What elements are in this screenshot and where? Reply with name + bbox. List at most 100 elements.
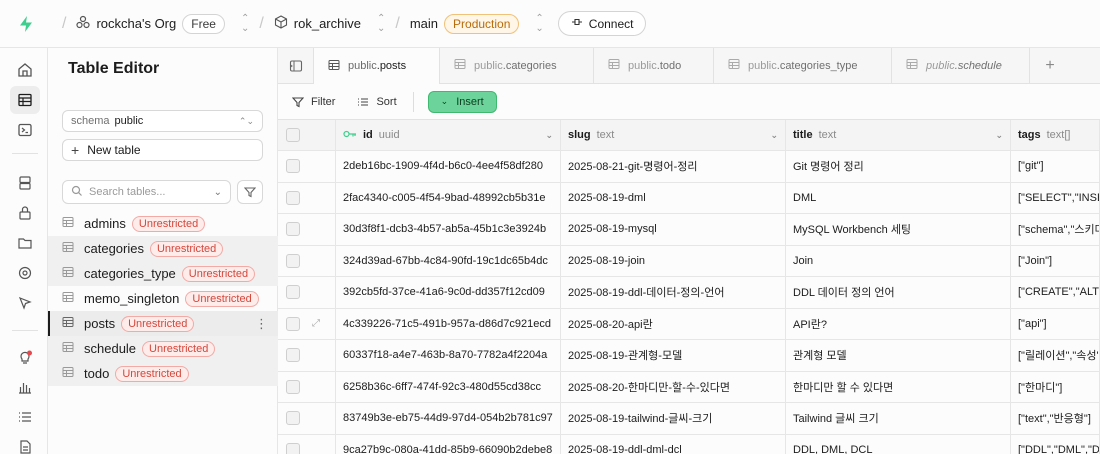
cell-id[interactable]: 83749b3e-eb75-44d9-97d4-054b2b781c97 (336, 403, 561, 434)
chevron-down-icon[interactable]: ⌄ (995, 130, 1003, 141)
select-all-checkbox[interactable] (286, 128, 300, 142)
chevrons-down-icon[interactable]: ⌄ (214, 187, 222, 198)
cell-slug[interactable]: 2025-08-19-mysql (561, 214, 786, 245)
cell-id[interactable]: 2deb16bc-1909-4f4d-b6c0-4ee4f58df280 (336, 151, 561, 182)
table-item-categories-type[interactable]: categories_type Unrestricted (48, 261, 278, 286)
table-row[interactable]: 2fac4340-c005-4f54-9bad-48992cb5b31e 2025… (278, 182, 1100, 214)
chevron-down-icon[interactable]: ⌄ (545, 130, 553, 141)
advisors-lightbulb-icon[interactable] (10, 343, 40, 371)
search-tables-input[interactable] (89, 186, 199, 198)
more-options-icon[interactable]: ⋮ (255, 316, 268, 332)
table-item-memo-singleton[interactable]: memo_singleton Unrestricted (48, 286, 278, 311)
tab-public-posts[interactable]: public.posts (314, 48, 440, 84)
row-checkbox[interactable] (286, 253, 300, 268)
table-row[interactable]: 30d3f8f1-dcb3-4b57-ab5a-45b1c3e3924b 2025… (278, 214, 1100, 246)
row-checkbox[interactable] (286, 442, 300, 454)
cell-id[interactable]: 4c339226-71c5-491b-957a-d86d7c921ecd (336, 308, 561, 339)
tab-public-categories[interactable]: public.categories (440, 48, 594, 83)
cell-title[interactable]: DML (786, 182, 1011, 213)
row-checkbox[interactable] (286, 222, 300, 237)
cell-slug[interactable]: 2025-08-20-한마디만-할-수-있다면 (561, 371, 786, 402)
column-header-tags[interactable]: tags text[] (1011, 120, 1100, 150)
cell-slug[interactable]: 2025-08-19-dml (561, 182, 786, 213)
table-item-posts[interactable]: posts Unrestricted ⋮ (48, 311, 278, 336)
row-checkbox[interactable] (286, 285, 300, 300)
cell-slug[interactable]: 2025-08-20-api란 (561, 308, 786, 339)
edge-functions-icon[interactable] (10, 289, 40, 317)
cell-id[interactable]: 392cb5fd-37ce-41a6-9c0d-dd357f12cd09 (336, 277, 561, 308)
cell-slug[interactable]: 2025-08-19-join (561, 245, 786, 276)
logs-list-icon[interactable] (10, 403, 40, 431)
table-row[interactable]: 83749b3e-eb75-44d9-97d4-054b2b781c97 2025… (278, 403, 1100, 435)
add-tab-icon[interactable]: + (1030, 48, 1070, 83)
realtime-icon[interactable] (10, 259, 40, 287)
row-checkbox[interactable] (286, 379, 300, 394)
expand-row-icon[interactable]: ⤢ (312, 318, 320, 329)
table-item-categories[interactable]: categories Unrestricted (48, 236, 278, 261)
connect-button[interactable]: Connect (557, 11, 647, 36)
cell-title[interactable]: Tailwind 글씨 크기 (786, 403, 1011, 434)
cell-slug[interactable]: 2025-08-19-tailwind-글씨-크기 (561, 403, 786, 434)
filter-button[interactable]: Filter (292, 96, 335, 108)
tab-public-schedule[interactable]: public.schedule (892, 48, 1030, 83)
project-switch-icon[interactable]: ⌃ ⌄ (377, 13, 385, 34)
row-checkbox[interactable] (286, 411, 300, 426)
row-checkbox[interactable] (286, 348, 300, 363)
cell-id[interactable]: 324d39ad-67bb-4c84-90fd-19c1dc65b4dc (336, 245, 561, 276)
table-row[interactable]: 324d39ad-67bb-4c84-90fd-19c1dc65b4dc 2025… (278, 245, 1100, 277)
cell-tags[interactable]: ["DDL","DML","DCL" (1011, 434, 1100, 454)
column-header-slug[interactable]: slug text ⌄ (561, 120, 786, 150)
table-row[interactable]: 6258b36c-6ff7-474f-92c3-480d55cd38cc 2025… (278, 371, 1100, 403)
docs-icon[interactable] (10, 433, 40, 454)
table-row[interactable]: 9ca27b9c-080a-41dd-85b9-66090b2debe8 2025… (278, 434, 1100, 454)
cell-tags[interactable]: ["CREATE","ALTER" (1011, 277, 1100, 308)
table-row[interactable]: 2deb16bc-1909-4f4d-b6c0-4ee4f58df280 2025… (278, 151, 1100, 183)
cell-title[interactable]: 관계형 모델 (786, 340, 1011, 371)
org-switch-icon[interactable]: ⌃ ⌄ (241, 13, 249, 34)
table-row[interactable]: 392cb5fd-37ce-41a6-9c0d-dd357f12cd09 2025… (278, 277, 1100, 309)
cell-tags[interactable]: ["git"] (1011, 151, 1100, 182)
cell-slug[interactable]: 2025-08-21-git-명령어-정리 (561, 151, 786, 182)
cell-title[interactable]: Join (786, 245, 1011, 276)
org-selector[interactable]: rockcha's Org Free ⌃ ⌄ (76, 13, 249, 34)
row-checkbox[interactable] (286, 190, 300, 205)
cell-title[interactable]: 한마디만 할 수 있다면 (786, 371, 1011, 402)
cell-title[interactable]: API란? (786, 308, 1011, 339)
table-row[interactable]: 60337f18-a4e7-463b-8a70-7782a4f2204a 2025… (278, 340, 1100, 372)
table-item-admins[interactable]: admins Unrestricted (48, 211, 278, 236)
collapse-sidebar-icon[interactable] (278, 48, 314, 83)
reports-icon[interactable] (10, 373, 40, 401)
cell-slug[interactable]: 2025-08-19-ddl-데이터-정의-언어 (561, 277, 786, 308)
chevron-down-icon[interactable]: ⌄ (770, 130, 778, 141)
cell-tags[interactable]: ["한마디"] (1011, 371, 1100, 402)
home-icon[interactable] (10, 56, 40, 84)
insert-button[interactable]: ⌄ Insert (427, 90, 497, 113)
row-checkbox[interactable] (286, 316, 300, 331)
row-checkbox[interactable] (286, 159, 300, 174)
cell-id[interactable]: 60337f18-a4e7-463b-8a70-7782a4f2204a (336, 340, 561, 371)
cell-tags[interactable]: ["SELECT","INSERT" (1011, 182, 1100, 213)
tab-public-todo[interactable]: public.todo (594, 48, 714, 83)
table-row[interactable]: ⤢ 4c339226-71c5-491b-957a-d86d7c921ecd 202… (278, 308, 1100, 340)
cell-tags[interactable]: ["릴레이션","속성" (1011, 340, 1100, 371)
supabase-logo-icon[interactable] (0, 15, 52, 33)
search-tables[interactable]: ⌄ (62, 180, 231, 204)
cell-id[interactable]: 9ca27b9c-080a-41dd-85b9-66090b2debe8 (336, 434, 561, 454)
table-item-todo[interactable]: todo Unrestricted (48, 361, 278, 386)
authentication-icon[interactable] (10, 199, 40, 227)
storage-icon[interactable] (10, 229, 40, 257)
cell-title[interactable]: MySQL Workbench 세팅 (786, 214, 1011, 245)
branch-selector[interactable]: main Production ⌃ ⌄ (410, 13, 544, 34)
database-icon[interactable] (10, 169, 40, 197)
branch-switch-icon[interactable]: ⌃ ⌄ (535, 13, 543, 34)
cell-id[interactable]: 6258b36c-6ff7-474f-92c3-480d55cd38cc (336, 371, 561, 402)
table-item-schedule[interactable]: schedule Unrestricted (48, 336, 278, 361)
cell-tags[interactable]: ["text","반응형"] (1011, 403, 1100, 434)
tab-public-categories-type[interactable]: public.categories_type (714, 48, 892, 83)
new-table-button[interactable]: + New table (62, 139, 263, 161)
cell-title[interactable]: DDL 데이터 정의 언어 (786, 277, 1011, 308)
table-editor-icon[interactable] (10, 86, 40, 114)
sql-editor-icon[interactable] (10, 116, 40, 144)
schema-selector[interactable]: schema public ⌃⌄ (62, 110, 263, 132)
cell-tags[interactable]: ["api"] (1011, 308, 1100, 339)
